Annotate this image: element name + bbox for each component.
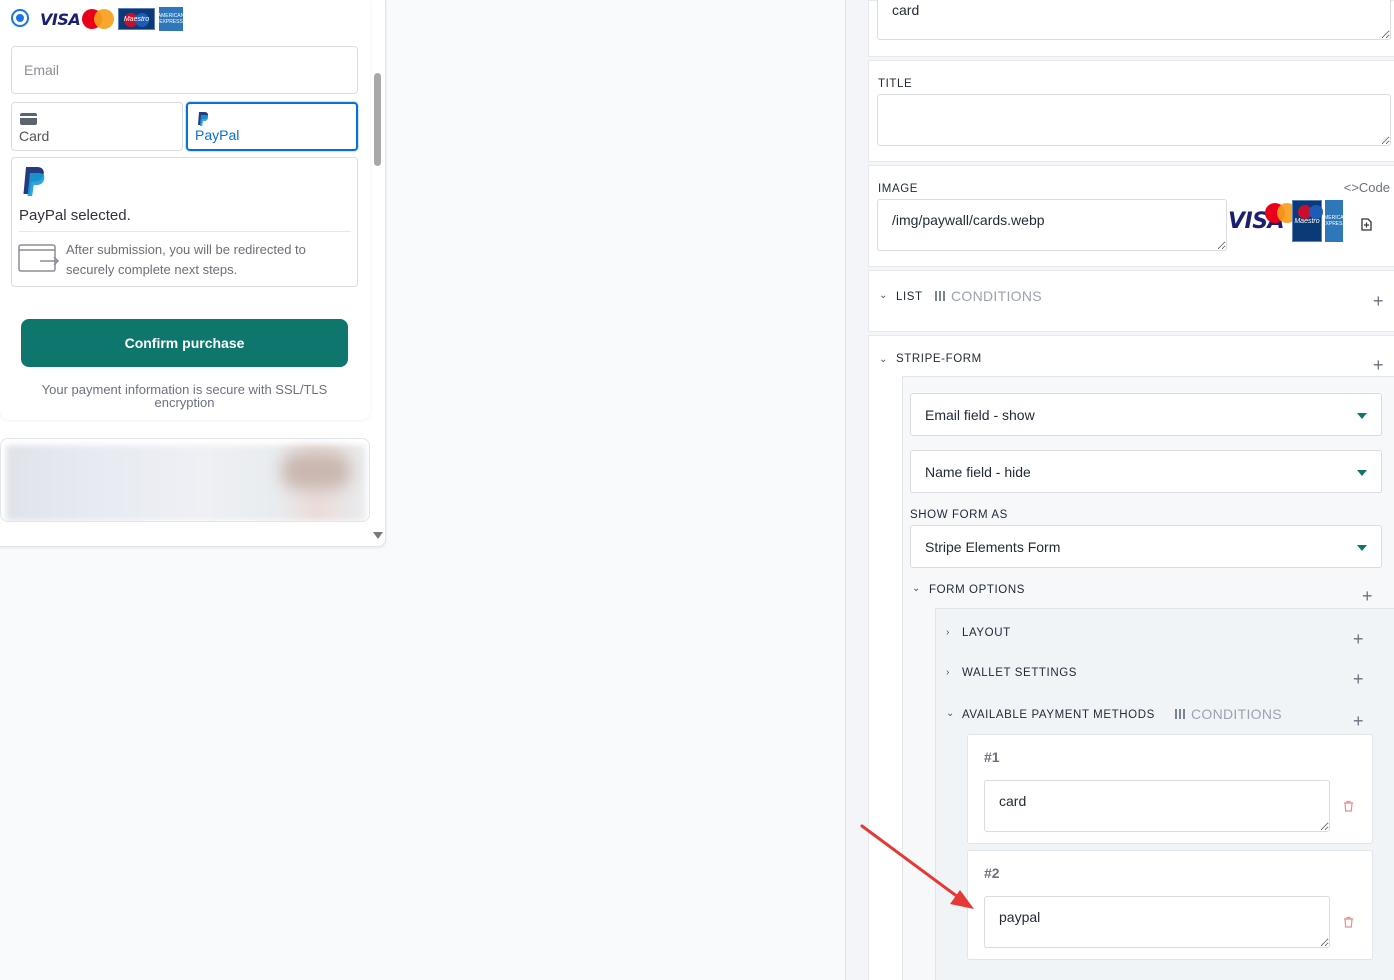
tab-card[interactable]: Card [11,102,183,151]
item-number: #1 [984,749,1000,765]
scroll-thumb[interactable] [374,73,381,166]
maestro-logo: Maestro [1292,200,1323,242]
amex-logo: AMERICAN EXPRESS [158,7,184,31]
redirect-info-text: After submission, you will be redirected… [66,242,306,277]
credit-card-icon [20,113,37,125]
scroll-down-arrow-icon[interactable] [373,532,383,539]
tab-paypal-label: PayPal [195,127,240,143]
mastercard-logo [82,9,114,29]
paypal-info-box: PayPal selected. After submission, you w… [11,157,358,287]
show-form-as-label: SHOW FORM AS [910,509,1008,521]
tab-card-label: Card [19,128,50,144]
form-options-chevron-down-icon[interactable]: ⌄ [912,583,920,594]
stripe-chevron-down-icon[interactable]: ⌄ [879,354,887,365]
chevron-down-icon [1357,470,1367,476]
top-value-textarea[interactable]: card [877,0,1391,40]
list-section: ⌄ LIST CONDITIONS + [868,270,1394,332]
paypal-icon [198,112,209,126]
layout-add-icon[interactable]: + [1353,630,1364,648]
trash-icon[interactable] [1343,916,1354,928]
list-chevron-down-icon[interactable]: ⌄ [879,290,887,301]
email-input[interactable] [11,46,358,94]
form-options-label: FORM OPTIONS [929,584,1026,596]
paypal-logo-icon [23,167,45,196]
payment-method-item: #2 paypal [967,850,1373,960]
visa-logo: VISA [40,9,81,29]
list-label: LIST [896,291,923,303]
payment-methods-label: AVAILABLE PAYMENT METHODS [962,709,1155,721]
wallet-settings-label: WALLET SETTINGS [962,667,1078,679]
top-section: card [868,0,1394,57]
wallet-add-icon[interactable]: + [1353,670,1364,688]
item-number: #2 [984,865,1000,881]
list-add-icon[interactable]: + [1373,292,1384,310]
sliders-icon [935,291,945,301]
image-path-textarea[interactable]: /img/paywall/cards.webp [877,199,1227,251]
chevron-down-icon [1357,413,1367,419]
checkout-form: VISA Maestro AMERICAN EXPRESS Card PayPa… [0,0,370,420]
visa-logo: VISA [1228,208,1285,234]
payment-method-item: #1 card [967,734,1373,844]
card-brand-logos: VISA Maestro AMERICAN EXPRESS [40,7,184,31]
tab-paypal[interactable]: PayPal [186,102,358,151]
sliders-icon [1175,709,1185,719]
card-method-radio[interactable] [11,9,29,27]
redirect-window-icon [18,244,60,272]
layout-label: LAYOUT [962,627,1011,639]
code-toggle-link[interactable]: <>Code [1344,180,1390,195]
list-conditions-button[interactable]: CONDITIONS [935,288,1042,304]
form-options-add-icon[interactable]: + [1362,587,1373,605]
image-label: IMAGE [878,183,919,195]
title-textarea[interactable] [877,94,1391,146]
image-preview-logos: VISA Maestro AMERICAN EXPRESS [1228,200,1347,242]
show-form-as-select[interactable]: Stripe Elements Form [910,525,1382,568]
apm-chevron-down-icon[interactable]: ⌄ [946,708,954,719]
payment-method-textarea[interactable]: paypal [984,896,1330,948]
file-icon[interactable] [1361,218,1372,231]
payment-method-textarea[interactable]: card [984,780,1330,832]
title-section: TITLE [868,60,1394,162]
preview-scrollbar[interactable] [371,0,385,546]
email-field-select[interactable]: Email field - show [910,393,1382,436]
apm-add-icon[interactable]: + [1353,712,1364,730]
maestro-logo: Maestro [118,8,155,30]
mastercard-logo [1265,203,1297,239]
wallet-chevron-right-icon[interactable]: › [946,667,949,678]
stripe-add-icon[interactable]: + [1373,356,1384,374]
apm-conditions-button[interactable]: CONDITIONS [1175,706,1282,722]
security-note: Your payment information is secure with … [41,382,328,410]
divider [19,231,351,232]
amex-logo: AMERICAN EXPRESS [1321,200,1347,242]
layout-chevron-right-icon[interactable]: › [946,627,949,638]
trash-icon[interactable] [1343,800,1354,812]
checkout-preview-panel: VISA Maestro AMERICAN EXPRESS Card PayPa… [0,0,386,547]
title-label: TITLE [878,78,913,90]
chevron-down-icon [1357,545,1367,551]
confirm-purchase-button[interactable]: Confirm purchase [21,319,348,367]
blurred-content-card [0,438,370,522]
stripe-form-label: STRIPE-FORM [896,353,982,365]
blurred-shape [281,453,351,489]
editor-panel: card TITLE IMAGE /img/paywall/cards.webp… [845,0,1394,980]
name-field-select[interactable]: Name field - hide [910,450,1382,493]
paypal-selected-text: PayPal selected. [19,207,131,224]
